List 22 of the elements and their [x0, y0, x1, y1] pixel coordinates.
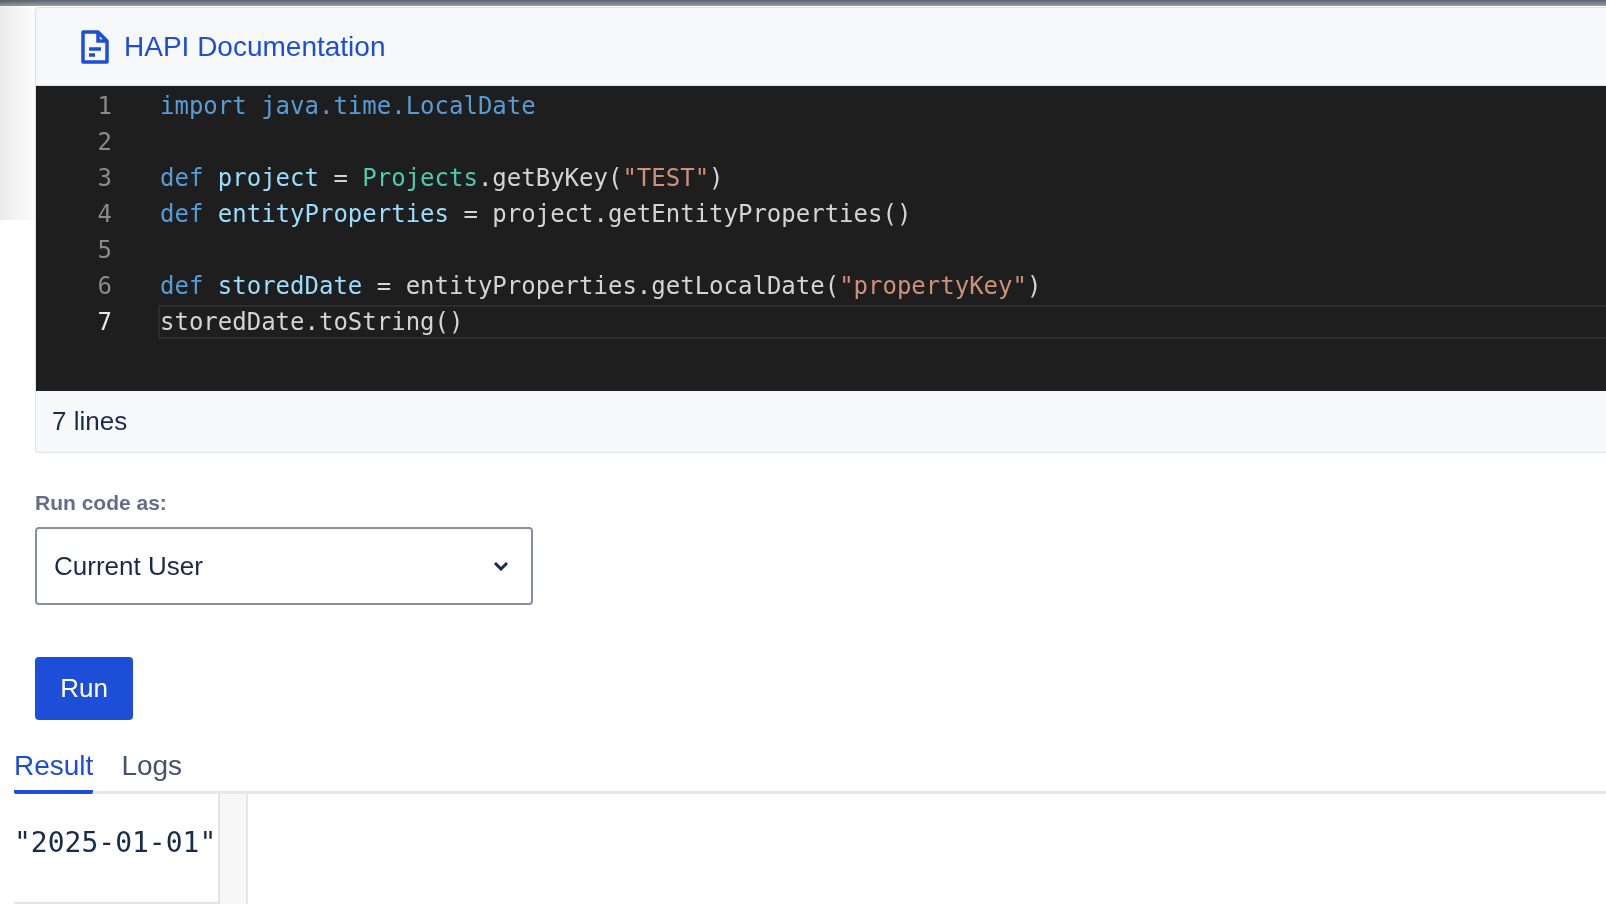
- code-line: import java.time.LocalDate: [160, 92, 536, 120]
- line-number: 2: [96, 128, 112, 156]
- line-number: 7: [96, 308, 112, 336]
- code-line: def project = Projects.getByKey("TEST"): [160, 164, 724, 192]
- code-line: storedDate.toString(): [160, 308, 464, 336]
- line-number: 5: [96, 236, 112, 264]
- code-line: def entityProperties = project.getEntityProperties(): [160, 200, 912, 228]
- line-number: 1: [96, 92, 112, 120]
- document-icon: [80, 28, 110, 65]
- run-as-label: Run code as:: [35, 491, 168, 515]
- line-number: 6: [96, 272, 112, 300]
- code-line: def storedDate = entityProperties.getLocalDate("propertyKey"): [160, 272, 1042, 300]
- line-count: 7 lines: [52, 406, 128, 437]
- tab[interactable]: Logs: [121, 750, 183, 794]
- tab[interactable]: Result: [14, 750, 94, 794]
- line-number: 4: [96, 200, 112, 228]
- documentation-link[interactable]: HAPI Documentation: [80, 28, 386, 65]
- run-as-select[interactable]: Current User: [35, 527, 533, 605]
- chevron-down-icon: [493, 561, 509, 571]
- code-editor[interactable]: [36, 86, 1606, 391]
- line-number: 3: [96, 164, 112, 192]
- run-button[interactable]: Run: [35, 657, 133, 720]
